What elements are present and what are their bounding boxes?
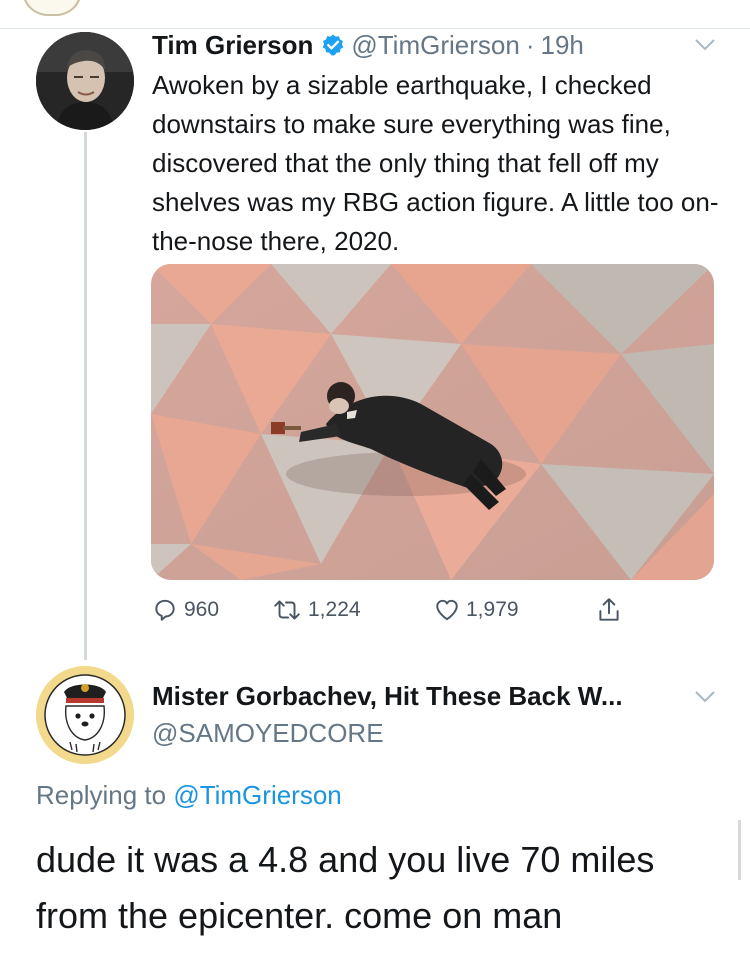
replying-mention-link[interactable]: @TimGrierson xyxy=(173,780,341,810)
retweet-icon xyxy=(274,600,300,620)
reply-count: 960 xyxy=(184,598,220,621)
reply-author-name[interactable]: Mister Gorbachev, Hit These Back W... xyxy=(152,681,623,712)
author-avatar[interactable] xyxy=(36,32,134,130)
verified-badge-icon xyxy=(321,33,345,57)
rbg-figure-photo xyxy=(151,264,714,580)
share-action[interactable] xyxy=(596,592,628,628)
author-name[interactable]: Tim Grierson xyxy=(152,30,313,61)
retweet-action[interactable]: 1,224 xyxy=(272,592,361,628)
reply-icon xyxy=(155,599,175,621)
separator-dot: · xyxy=(525,29,535,60)
reply-author-avatar[interactable] xyxy=(36,666,134,764)
chevron-down-icon[interactable] xyxy=(694,38,716,52)
top-strip xyxy=(0,0,750,29)
tweet-actions: 960 1,224 1,979 xyxy=(152,592,632,628)
reply-chevron-down-icon[interactable] xyxy=(694,690,716,704)
retweet-count: 1,224 xyxy=(308,598,361,621)
thread-line xyxy=(84,132,87,660)
reply-action[interactable]: 960 xyxy=(152,592,219,628)
like-count: 1,979 xyxy=(466,598,519,621)
tweet-time[interactable]: 19h xyxy=(540,30,583,61)
share-icon xyxy=(599,598,619,621)
like-action[interactable]: 1,979 xyxy=(434,592,519,628)
replying-prefix: Replying to xyxy=(36,780,167,810)
tweet-header: Tim Grierson @TimGrierson · 19h xyxy=(152,28,584,62)
tweet-text: Awoken by a sizable earthquake, I checke… xyxy=(152,70,719,256)
scroll-indicator[interactable] xyxy=(738,820,741,880)
replying-to: Replying to @TimGrierson xyxy=(36,780,342,811)
tweet-photo[interactable] xyxy=(151,264,714,580)
reply-text: dude it was a 4.8 and you live 70 miles … xyxy=(36,839,655,936)
like-icon xyxy=(436,599,458,621)
author-handle[interactable]: @TimGrierson xyxy=(351,30,519,61)
top-badge xyxy=(22,0,82,16)
author-avatar-image xyxy=(36,32,134,130)
reply-author-handle[interactable]: @SAMOYEDCORE xyxy=(152,718,384,749)
samoyed-avatar-image xyxy=(36,666,134,764)
